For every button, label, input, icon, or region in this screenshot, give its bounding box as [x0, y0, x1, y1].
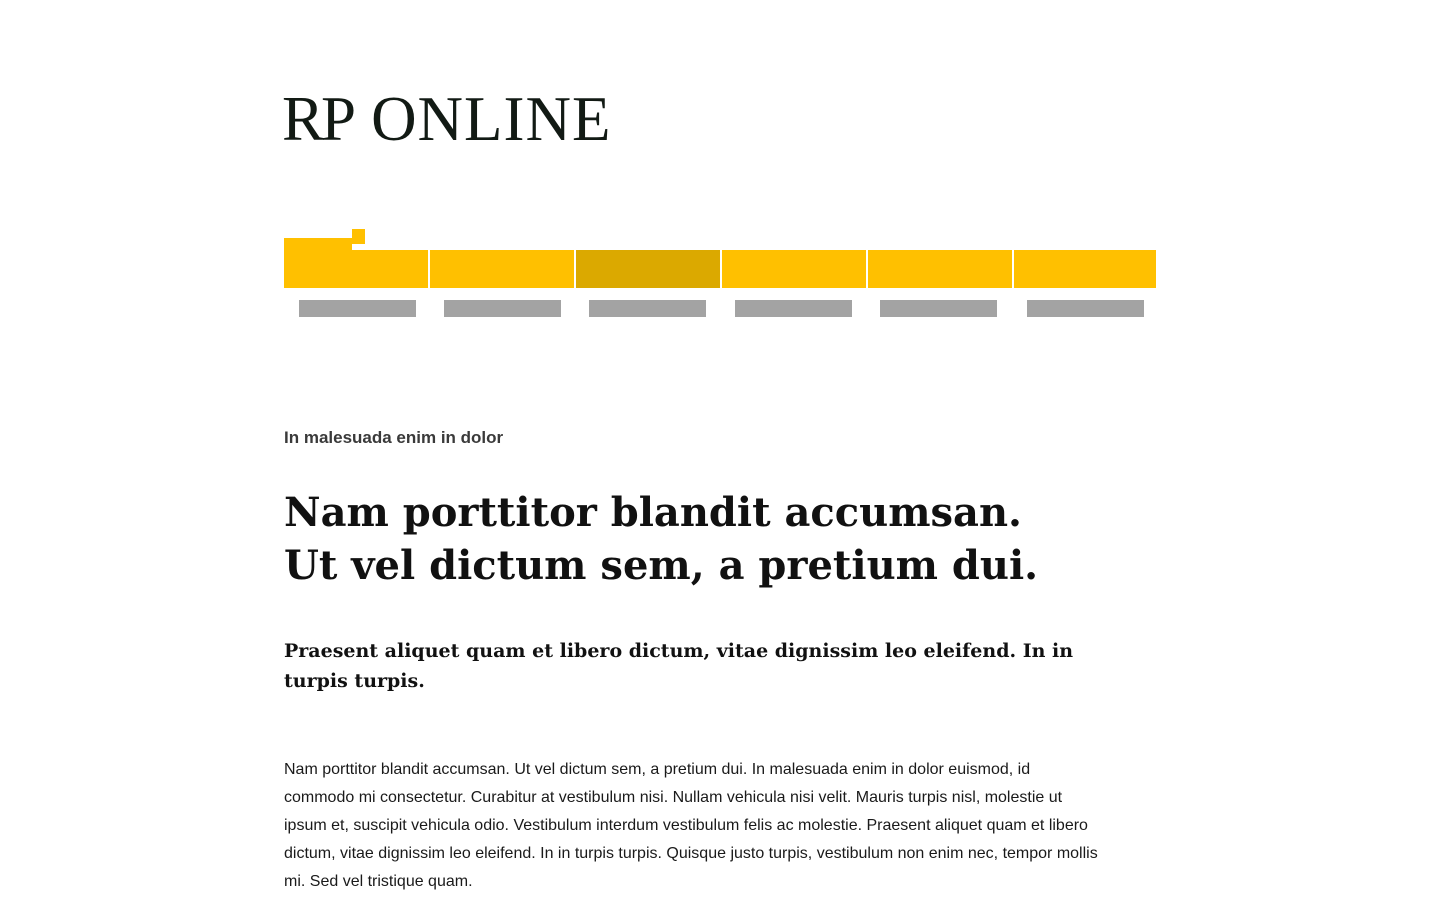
logo-wordmark: RP ONLINE: [282, 88, 612, 151]
article-kicker: In malesuada enim in dolor: [284, 428, 504, 447]
article-body: Nam porttitor blandit accumsan. Ut vel d…: [284, 761, 1098, 890]
nav-label-2[interactable]: [444, 300, 561, 317]
nav-label-4[interactable]: [735, 300, 852, 317]
nav-label-5[interactable]: [880, 300, 997, 317]
nav-label-3[interactable]: [589, 300, 706, 317]
nav-tab-5[interactable]: [868, 250, 1014, 288]
nav-tab-1[interactable]: [284, 250, 430, 288]
headline-line-1: Nam porttitor blandit accumsan.: [284, 489, 1022, 536]
logo-rp: RP: [282, 84, 356, 154]
nav-label-row: [284, 300, 1156, 317]
article-teaser: Praesent aliquet quam et libero dictum, …: [284, 640, 1074, 692]
nav-tab-2[interactable]: [430, 250, 576, 288]
logo-underline-step: [352, 229, 365, 244]
logo-underline: [284, 238, 352, 250]
nav-tab-4[interactable]: [722, 250, 868, 288]
main-navigation: [284, 250, 1156, 288]
article-headline: Nam porttitor blandit accumsan. Ut vel d…: [284, 486, 1156, 592]
nav-tab-3-active[interactable]: [576, 250, 722, 288]
logo-online: ONLINE: [371, 84, 612, 154]
nav-tab-6[interactable]: [1014, 250, 1156, 288]
nav-label-6[interactable]: [1027, 300, 1144, 317]
headline-line-2: Ut vel dictum sem, a pretium dui.: [284, 542, 1039, 589]
site-logo[interactable]: RP ONLINE: [282, 88, 610, 250]
nav-label-1[interactable]: [299, 300, 416, 317]
